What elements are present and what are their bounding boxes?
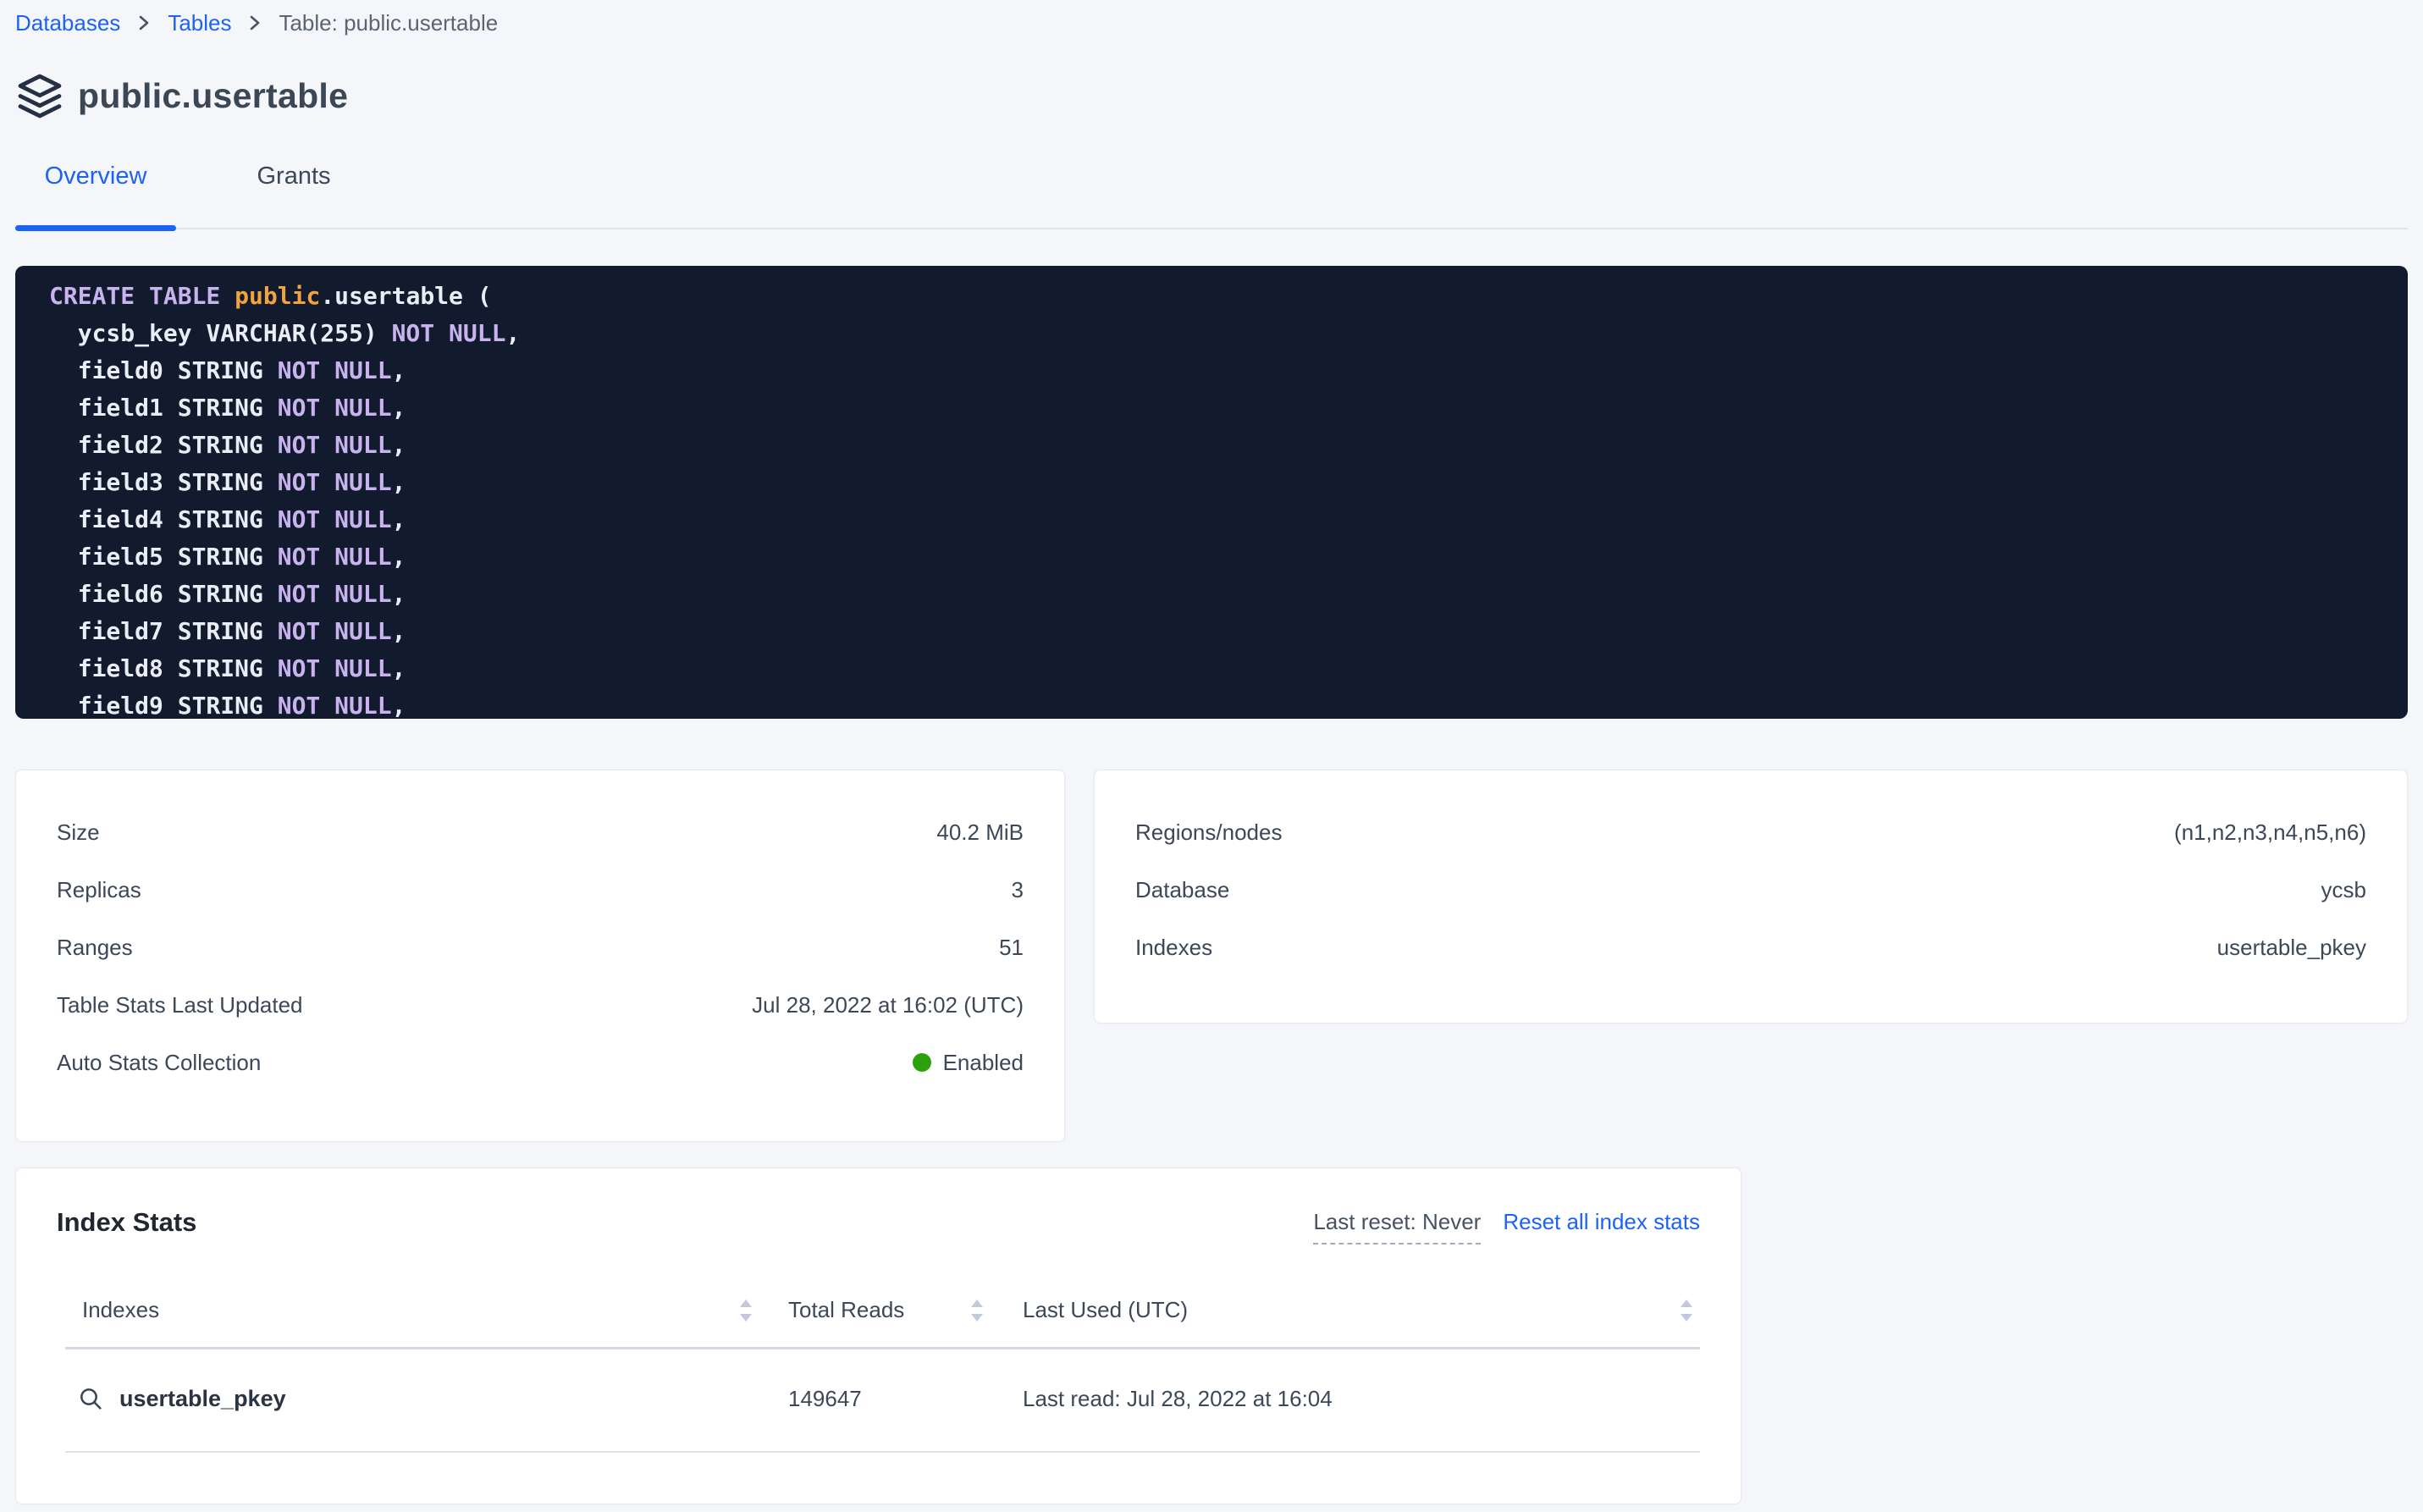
sort-icon[interactable] (739, 1299, 753, 1322)
last-reset-label: Last reset: Never (1313, 1209, 1481, 1244)
status-dot-enabled (913, 1053, 931, 1072)
detail-row: Table Stats Last Updated Jul 28, 2022 at … (57, 994, 1024, 1016)
column-label: Indexes (82, 1297, 159, 1323)
tab-bar: Overview Grants (15, 144, 2408, 229)
detail-row: Indexes usertable_pkey (1135, 936, 2366, 958)
detail-value: Jul 28, 2022 at 16:02 (UTC) (752, 992, 1024, 1018)
detail-value: 40.2 MiB (936, 819, 1024, 846)
index-stats-actions: Last reset: Never Reset all index stats (1313, 1209, 1700, 1244)
table-meta-card: Regions/nodes (n1,n2,n3,n4,n5,n6) Database… (1094, 770, 2408, 1024)
detail-label: Database (1135, 877, 1229, 903)
sort-icon[interactable] (1680, 1299, 1693, 1322)
sql-code-line: field6 STRING NOT NULL, (49, 576, 2374, 613)
detail-label: Ranges (57, 935, 133, 961)
chevron-right-icon (137, 12, 151, 34)
breadcrumb-current: Table: public.usertable (279, 10, 498, 36)
create-table-sql-block: CREATE TABLE public.usertable ( ycsb_key… (15, 266, 2408, 719)
detail-label: Indexes (1135, 935, 1212, 961)
sql-code-line: CREATE TABLE public.usertable ( (49, 278, 2374, 315)
index-stats-table: Indexes Total Reads Last Used (UTC) (65, 1297, 1700, 1453)
column-header-last-used[interactable]: Last Used (UTC) (997, 1297, 1700, 1323)
column-header-total-reads[interactable]: Total Reads (763, 1297, 997, 1323)
detail-value: usertable_pkey (2217, 935, 2366, 961)
detail-value: Enabled (913, 1050, 1024, 1076)
sql-code-line: ycsb_key VARCHAR(255) NOT NULL, (49, 315, 2374, 352)
index-stats-row[interactable]: usertable_pkey 149647Last read: Jul 28, 2… (65, 1349, 1700, 1453)
detail-row: Ranges 51 (57, 936, 1024, 958)
detail-value: (n1,n2,n3,n4,n5,n6) (2174, 819, 2366, 846)
page-header: public.usertable (15, 71, 2408, 120)
detail-value: 51 (999, 935, 1024, 961)
reset-all-index-stats-link[interactable]: Reset all index stats (1503, 1209, 1700, 1235)
detail-row: Database ycsb (1135, 879, 2366, 901)
sql-code-line: field0 STRING NOT NULL, (49, 352, 2374, 389)
index-name: usertable_pkey (119, 1386, 286, 1412)
sql-code-line: field5 STRING NOT NULL, (49, 538, 2374, 576)
details-cards: Size 40.2 MiB Replicas 3 Ranges 51 Table Stats… (15, 770, 2408, 1142)
total-reads-cell: 149647 (763, 1386, 997, 1412)
index-stats-table-header: Indexes Total Reads Last Used (UTC) (65, 1297, 1700, 1349)
chevron-right-icon (248, 12, 262, 34)
sql-code-line: field7 STRING NOT NULL, (49, 613, 2374, 650)
detail-row: Size 40.2 MiB (57, 821, 1024, 843)
breadcrumb-tables-link[interactable]: Tables (168, 10, 231, 36)
layers-icon (15, 71, 64, 120)
detail-row: Auto Stats Collection Enabled (57, 1051, 1024, 1073)
index-stats-title: Index Stats (57, 1207, 196, 1238)
sql-code-line: field2 STRING NOT NULL, (49, 427, 2374, 464)
sql-code-line: field9 STRING NOT NULL, (49, 687, 2374, 719)
index-name-cell[interactable]: usertable_pkey (65, 1385, 763, 1412)
index-stats-table-body: usertable_pkey 149647Last read: Jul 28, 2… (65, 1349, 1700, 1453)
detail-label: Regions/nodes (1135, 819, 1282, 846)
detail-label: Replicas (57, 877, 141, 903)
sql-code-line: field8 STRING NOT NULL, (49, 650, 2374, 687)
search-icon (77, 1385, 104, 1412)
index-stats-card: Index Stats Last reset: Never Reset all … (15, 1167, 1741, 1504)
column-label: Last Used (UTC) (1023, 1297, 1188, 1323)
sql-code-line: field4 STRING NOT NULL, (49, 501, 2374, 538)
table-stats-card: Size 40.2 MiB Replicas 3 Ranges 51 Table Stats… (15, 770, 1065, 1142)
sql-code-line: field3 STRING NOT NULL, (49, 464, 2374, 501)
tab-grants[interactable]: Grants (218, 144, 369, 228)
sql-code-line: field1 STRING NOT NULL, (49, 389, 2374, 427)
detail-row: Replicas 3 (57, 879, 1024, 901)
breadcrumb-databases-link[interactable]: Databases (15, 10, 120, 36)
detail-row: Regions/nodes (n1,n2,n3,n4,n5,n6) (1135, 821, 2366, 843)
detail-value: ycsb (2321, 877, 2366, 903)
breadcrumb: Databases Tables Table: public.usertable (15, 0, 2408, 37)
last-used-cell: Last read: Jul 28, 2022 at 16:04 (997, 1386, 1700, 1412)
detail-value: 3 (1012, 877, 1024, 903)
sort-icon[interactable] (970, 1299, 984, 1322)
detail-label: Size (57, 819, 100, 846)
column-header-indexes[interactable]: Indexes (65, 1297, 763, 1323)
detail-label: Table Stats Last Updated (57, 992, 303, 1018)
index-stats-header: Index Stats Last reset: Never Reset all … (57, 1207, 1700, 1244)
detail-label: Auto Stats Collection (57, 1050, 261, 1076)
table-details-page: Databases Tables Table: public.usertable… (0, 0, 2423, 1504)
column-label: Total Reads (788, 1297, 904, 1323)
tab-overview[interactable]: Overview (15, 144, 176, 228)
page-title: public.usertable (78, 76, 348, 116)
